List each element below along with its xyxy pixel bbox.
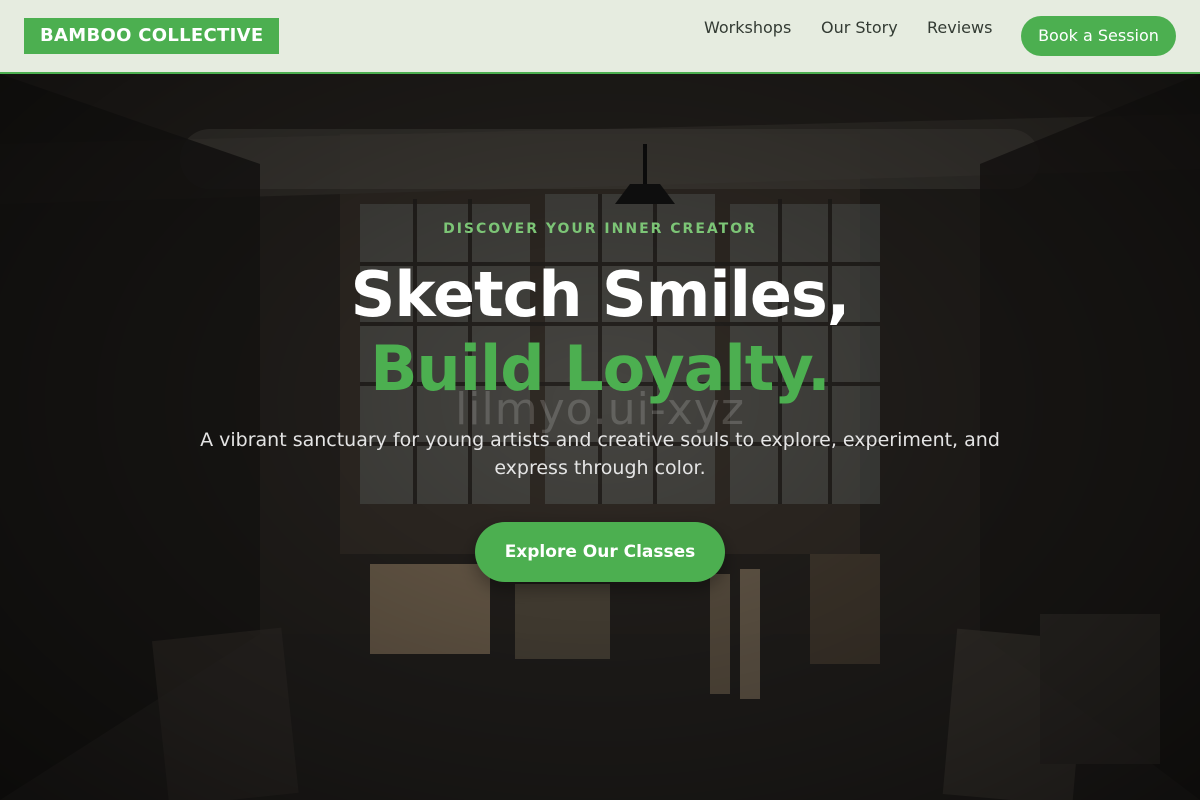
hero-subtitle: A vibrant sanctuary for young artists an…	[200, 429, 1000, 479]
brand-logo[interactable]: BAMBOO COLLECTIVE	[24, 18, 280, 54]
nav-link-reviews[interactable]: Reviews	[927, 18, 992, 38]
hero-headline-line-1: Sketch Smiles,	[350, 258, 851, 331]
nav-link-workshops[interactable]: Workshops	[704, 18, 791, 38]
book-session-button[interactable]: Book a Session	[1021, 16, 1176, 56]
hero-eyebrow: DISCOVER YOUR INNER CREATOR	[443, 221, 757, 237]
nav-link-our-story[interactable]: Our Story	[821, 18, 898, 38]
explore-classes-button[interactable]: Explore Our Classes	[475, 522, 725, 582]
site-header: BAMBOO COLLECTIVE Workshops Our Story Re…	[0, 0, 1200, 74]
hero-headline-line-2: Build Loyalty.	[370, 332, 830, 405]
